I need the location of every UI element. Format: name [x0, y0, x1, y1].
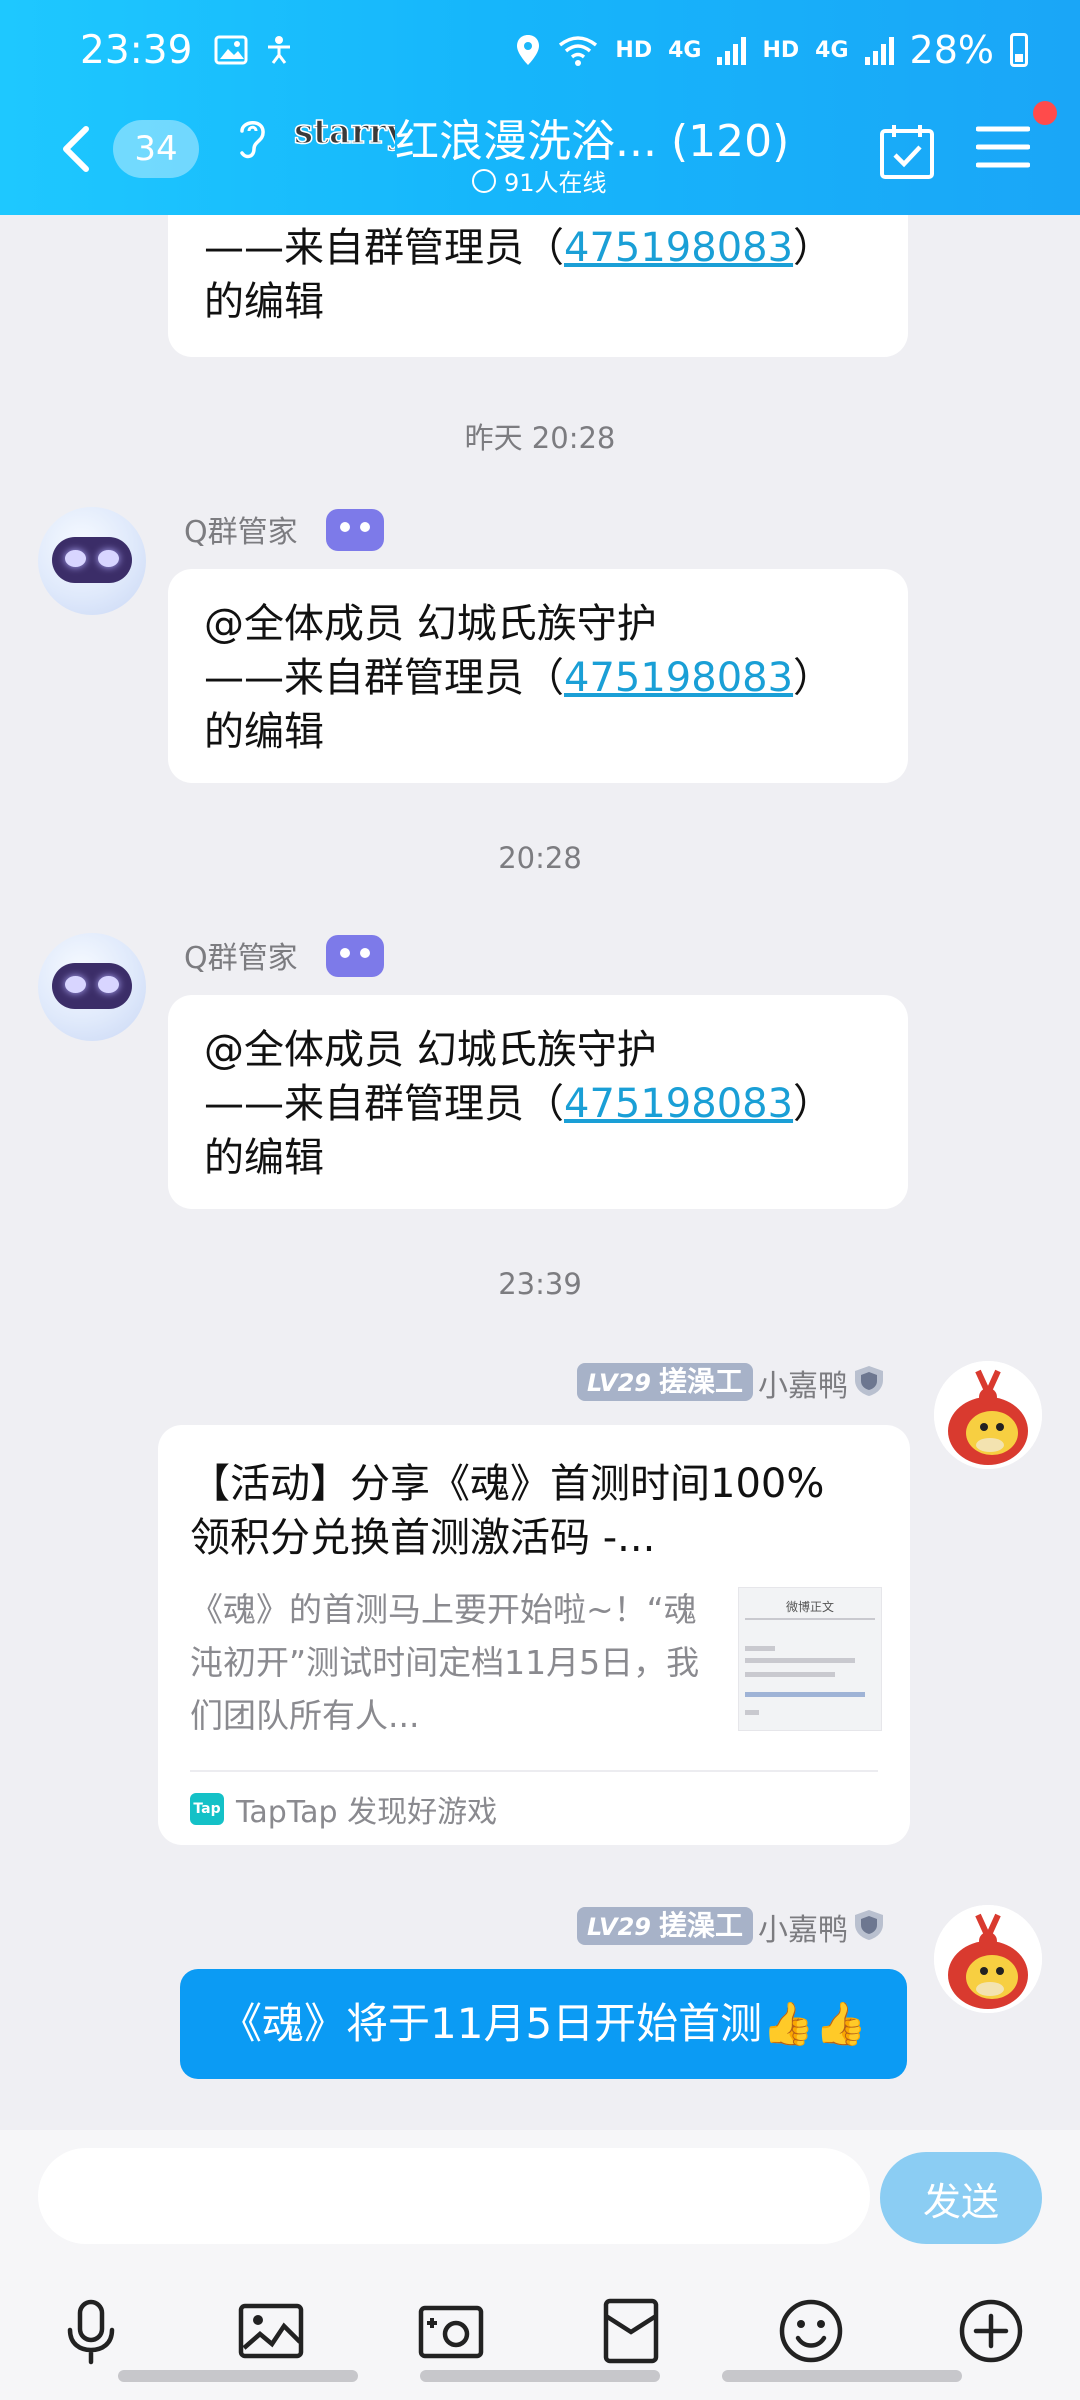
message-line: @全体成员 幻城氏族守护 — [204, 601, 657, 647]
red-packet-icon[interactable] — [596, 2296, 666, 2366]
sender-name[interactable]: Q群管家 — [184, 507, 298, 551]
taptap-logo-icon: Tap — [190, 1793, 224, 1825]
admin-id-link[interactable]: 475198083 — [564, 655, 793, 701]
hd-label-2: HD — [762, 37, 800, 63]
message-list[interactable]: ——来自群管理员（475198083） 的编辑 昨天 20:28 Q群管家 @全… — [0, 215, 1080, 2130]
level-badge: LV29 搓澡工 — [577, 1363, 753, 1401]
group-logo: starry — [293, 111, 395, 153]
sender-name[interactable]: 小嘉鸭 — [758, 1905, 848, 1949]
image-icon[interactable] — [236, 2296, 306, 2366]
status-time: 23:39 — [80, 27, 193, 73]
battery-icon — [1010, 33, 1028, 67]
wifi-icon — [559, 36, 598, 66]
admin-id-link[interactable]: 475198083 — [564, 1081, 793, 1127]
send-button[interactable]: 发送 — [880, 2152, 1042, 2244]
message-line: ——来自群管理员（475198083） — [204, 1081, 834, 1127]
card-source-label: TapTap 发现好游戏 — [236, 1795, 498, 1830]
svg-text:starry: starry — [294, 112, 395, 152]
nav-gesture-bar[interactable] — [420, 2370, 660, 2382]
psyduck-avatar-image — [934, 1361, 1042, 1469]
notification-dot — [1033, 101, 1057, 125]
card-source: Tap TapTap 发现好游戏 — [190, 1785, 497, 1833]
thumbnail-title: 微博正文 — [785, 1600, 834, 1614]
message-bubble[interactable]: 《魂》将于11月5日开始首测👍👍 — [180, 1969, 907, 2079]
message-input[interactable] — [38, 2148, 870, 2244]
bot-avatar[interactable] — [38, 507, 146, 615]
nav-gesture-bar[interactable] — [118, 2370, 358, 2382]
input-bar: 发送 — [0, 2130, 1080, 2400]
hd-label-1: HD — [615, 37, 653, 63]
gallery-icon — [214, 35, 248, 65]
message-bubble[interactable]: ——来自群管理员（475198083） 的编辑 — [168, 215, 908, 357]
location-icon — [517, 35, 540, 65]
card-description: 《魂》的首测马上要开始啦~！“魂沌初开”测试时间定档11月5日，我们团队所有人.… — [190, 1590, 700, 1735]
emoji-icon[interactable] — [776, 2296, 846, 2366]
robot-badge-icon — [326, 509, 384, 551]
status-bar: 23:39 HD 4G HD 4G 28% — [80, 24, 1028, 76]
group-title[interactable]: 红浪漫洗浴... (120) — [395, 105, 789, 169]
message-line: ——来自群管理员（475198083） — [204, 655, 834, 701]
online-count-label: 91人在线 — [504, 169, 607, 197]
shield-badge-icon — [855, 1366, 883, 1396]
back-arrow-icon[interactable] — [56, 123, 96, 175]
message-bubble[interactable]: @全体成员 幻城氏族守护 ——来自群管理员（475198083） 的编辑 — [168, 569, 908, 783]
menu-icon[interactable] — [976, 123, 1030, 171]
timestamp: 20:28 — [498, 841, 582, 875]
level-badge: LV29 搓澡工 — [577, 1907, 753, 1945]
online-count[interactable]: 91人在线 — [472, 163, 607, 198]
camera-icon[interactable] — [416, 2296, 486, 2366]
robot-badge-icon — [326, 935, 384, 977]
admin-id-link[interactable]: 475198083 — [564, 225, 793, 271]
signal-icon-1 — [717, 35, 747, 65]
message-line: 的编辑 — [204, 709, 324, 755]
sender-name[interactable]: 小嘉鸭 — [758, 1361, 848, 1405]
shield-badge-icon — [855, 1910, 883, 1940]
message-line: 的编辑 — [204, 1135, 324, 1181]
user-avatar[interactable] — [934, 1905, 1042, 2013]
message-line: ——来自群管理员（475198083） — [204, 225, 834, 271]
bot-avatar[interactable] — [38, 933, 146, 1041]
link-card[interactable]: 【活动】分享《魂》首测时间100%领积分兑换首测激活码 -... 《魂》的首测马… — [158, 1425, 910, 1845]
chevron-down-icon — [472, 168, 496, 193]
microphone-icon[interactable] — [56, 2296, 126, 2366]
message-line: @全体成员 幻城氏族守护 — [204, 1027, 657, 1073]
network-label-2: 4G — [815, 37, 849, 63]
card-divider — [190, 1770, 878, 1772]
timestamp: 昨天 20:28 — [464, 421, 616, 455]
ear-icon[interactable] — [232, 113, 272, 163]
card-title: 【活动】分享《魂》首测时间100%领积分兑换首测激活码 -... — [190, 1461, 825, 1561]
nav-row: 34 starry 红浪漫洗浴... (120) 91人在线 — [0, 101, 1080, 198]
unread-count-badge[interactable]: 34 — [113, 120, 199, 178]
signal-icon-2 — [864, 35, 894, 65]
status-right: HD 4G HD 4G 28% — [515, 28, 1028, 72]
network-label-1: 4G — [668, 37, 702, 63]
battery-percent: 28% — [909, 28, 994, 72]
chat-header: 23:39 HD 4G HD 4G 28% 34 starry 红浪漫洗浴...… — [0, 0, 1080, 215]
sender-name[interactable]: Q群管家 — [184, 933, 298, 977]
nav-gesture-bar[interactable] — [722, 2370, 962, 2382]
calendar-check-icon[interactable] — [878, 121, 936, 181]
psyduck-avatar-image — [934, 1905, 1042, 2013]
plus-icon[interactable] — [956, 2296, 1026, 2366]
accessibility-icon — [268, 36, 291, 64]
card-thumbnail: 微博正文 — [738, 1587, 882, 1731]
timestamp: 23:39 — [498, 1267, 582, 1301]
user-avatar[interactable] — [934, 1361, 1042, 1469]
message-line: 的编辑 — [204, 279, 324, 325]
message-bubble[interactable]: @全体成员 幻城氏族守护 ——来自群管理员（475198083） 的编辑 — [168, 995, 908, 1209]
